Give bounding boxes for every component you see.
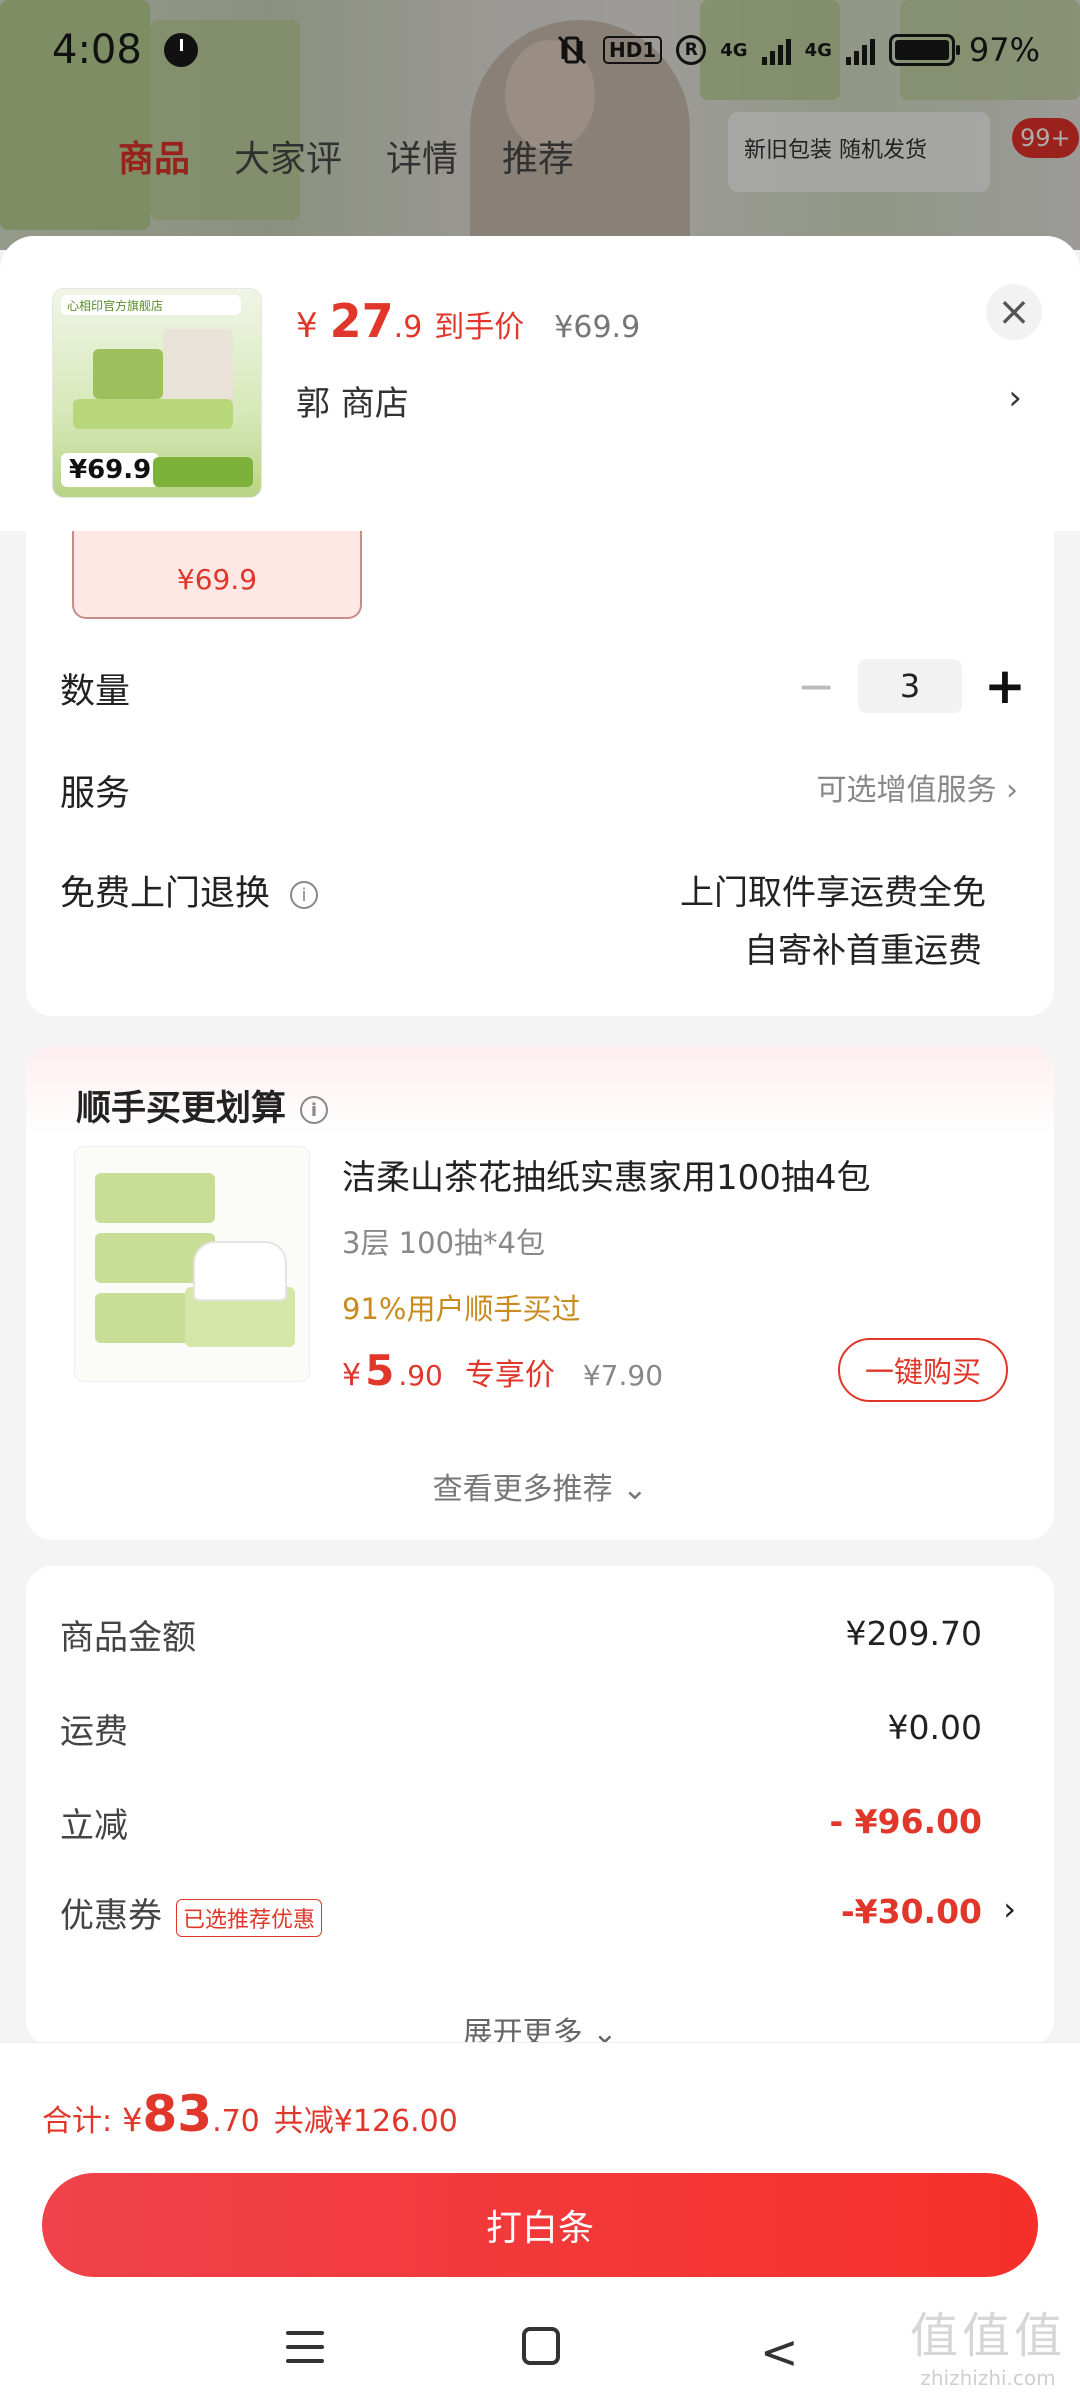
recommend-buy-hint: 91%用户顺手买过 bbox=[342, 1292, 581, 1326]
total-integer: 83 bbox=[142, 2085, 213, 2143]
tissue-box bbox=[95, 1173, 215, 1223]
instant-discount-label: 立减 bbox=[60, 1806, 128, 1846]
price-integer: 27 bbox=[329, 294, 394, 348]
thumb-person bbox=[163, 329, 233, 409]
quantity-decrease-button[interactable]: − bbox=[796, 659, 836, 713]
menu-icon[interactable] bbox=[286, 2331, 324, 2365]
recommend-price: ¥ 5 .90 专享价 ¥7.90 bbox=[342, 1346, 663, 1395]
more-recommend-link[interactable]: 查看更多推荐 ⌄ bbox=[26, 1464, 1054, 1508]
sku-option-selected[interactable]: ¥69.9 bbox=[72, 531, 362, 619]
roaming-icon: R bbox=[676, 35, 707, 65]
hd-voice-icon: HD1 bbox=[602, 36, 663, 64]
shipping-label: 运费 bbox=[60, 1712, 128, 1752]
mute-vibrate-icon bbox=[557, 35, 587, 65]
tissue-sheet bbox=[195, 1243, 285, 1299]
signal-icon bbox=[761, 35, 791, 65]
quantity-stepper: − 3 + bbox=[796, 657, 1026, 715]
checkout-bar: 合计: ¥ 83 .70 共减¥126.00 打白条 < 值值值 zhizhiz… bbox=[0, 2042, 1080, 2400]
watermark-logo: 值值值 bbox=[909, 2308, 1066, 2364]
recommend-title: 顺手买更划算 i bbox=[76, 1080, 329, 1131]
total-currency: ¥ bbox=[122, 2101, 143, 2139]
return-pickup-text: 上门取件享运费全免 bbox=[680, 873, 986, 913]
recommend-product-spec: 3层 100抽*4包 bbox=[342, 1226, 545, 1260]
return-self-ship-text: 自寄补首重运费 bbox=[744, 931, 982, 971]
chevron-right-icon[interactable]: › bbox=[1008, 378, 1022, 418]
shipping-value: ¥0.00 bbox=[887, 1708, 982, 1747]
original-price: ¥69.9 bbox=[554, 310, 641, 345]
goods-amount-label: 商品金额 bbox=[60, 1618, 196, 1658]
one-click-buy-button[interactable]: 一键购买 bbox=[838, 1338, 1008, 1402]
price-decimal: .90 bbox=[398, 1359, 443, 1392]
instant-discount-value: - ¥96.00 bbox=[829, 1802, 982, 1841]
original-price: ¥7.90 bbox=[582, 1359, 664, 1392]
price-decimal: .9 bbox=[393, 310, 423, 345]
network-type-2: 4G bbox=[804, 39, 832, 61]
free-return-row: 免费上门退换 i bbox=[60, 865, 319, 916]
thumb-store-label: 心相印官方旗舰店 bbox=[61, 295, 241, 315]
thumb-price: ¥69.9 bbox=[61, 453, 160, 487]
status-bar: 4:08 HD1 R 4G 4G 97% bbox=[0, 0, 1080, 100]
close-button[interactable]: × bbox=[986, 284, 1042, 340]
coupon-row[interactable]: 优惠券 已选推荐优惠 bbox=[60, 1888, 323, 1937]
sheet-header: 心相印官方旗舰店 ¥69.9 ¥ 27 .9 到手价 ¥69.9 郭 商店 › … bbox=[0, 236, 1080, 531]
total-saved: 共减¥126.00 bbox=[273, 2104, 458, 2139]
free-return-label: 免费上门退换 bbox=[60, 874, 271, 914]
coupon-badge: 已选推荐优惠 bbox=[176, 1898, 323, 1937]
back-icon[interactable]: < bbox=[760, 2325, 799, 2379]
watermark-url: zhizhizhi.com bbox=[920, 2366, 1056, 2390]
battery-icon bbox=[888, 34, 960, 66]
product-thumbnail[interactable]: 心相印官方旗舰店 ¥69.9 bbox=[52, 288, 262, 498]
service-label: 服务 bbox=[60, 774, 131, 814]
total-amount: 合计: ¥ 83 .70 共减¥126.00 bbox=[42, 2085, 458, 2143]
service-select[interactable]: 可选增值服务 › bbox=[816, 765, 1018, 809]
battery-percent: 97% bbox=[968, 31, 1040, 69]
price-tag: 专享价 bbox=[464, 1358, 555, 1393]
recommend-product-image[interactable] bbox=[74, 1146, 310, 1382]
final-price: ¥ 27 .9 到手价 ¥69.9 bbox=[296, 294, 640, 348]
thumb-banner bbox=[153, 457, 253, 487]
price-tag: 到手价 bbox=[434, 310, 525, 345]
status-time: 4:08 bbox=[52, 27, 142, 73]
price-currency: ¥ bbox=[342, 1358, 362, 1393]
recommend-product-name[interactable]: 洁柔山茶花抽纸实惠家用100抽4包 bbox=[342, 1150, 871, 1199]
quantity-increase-button[interactable]: + bbox=[984, 657, 1026, 715]
info-icon[interactable]: i bbox=[300, 1096, 329, 1124]
options-card: ¥69.9 数量 − 3 + 服务 可选增值服务 › 免费上门退换 i 上门取件享… bbox=[26, 531, 1054, 1016]
price-currency: ¥ bbox=[296, 306, 318, 346]
site-watermark: 值值值 zhizhizhi.com bbox=[910, 2296, 1066, 2390]
recommend-title-text: 顺手买更划算 bbox=[76, 1089, 287, 1129]
clock-icon bbox=[163, 33, 198, 67]
price-summary-card: 商品金额 ¥209.70 运费 ¥0.00 立减 - ¥96.00 优惠券 已选推… bbox=[26, 1566, 1054, 2051]
quantity-input[interactable]: 3 bbox=[858, 659, 962, 713]
thumb-pack bbox=[73, 399, 233, 429]
quantity-label: 数量 bbox=[60, 672, 131, 712]
shop-name[interactable]: 郭 商店 bbox=[296, 376, 409, 425]
home-icon[interactable] bbox=[522, 2327, 560, 2365]
coupon-value[interactable]: -¥30.00 bbox=[841, 1892, 982, 1931]
total-label: 合计: bbox=[42, 2104, 113, 2139]
thumb-pack bbox=[93, 349, 163, 399]
pay-with-baitiao-button[interactable]: 打白条 bbox=[42, 2173, 1038, 2277]
recommend-card: 顺手买更划算 i 洁柔山茶花抽纸实惠家用100抽4包 3层 100抽*4包 91%… bbox=[26, 1046, 1054, 1540]
coupon-label: 优惠券 bbox=[60, 1896, 162, 1936]
chevron-right-icon[interactable]: › bbox=[1003, 1890, 1016, 1928]
purchase-sheet: 心相印官方旗舰店 ¥69.9 ¥ 27 .9 到手价 ¥69.9 郭 商店 › … bbox=[0, 236, 1080, 2400]
info-icon[interactable]: i bbox=[290, 881, 319, 909]
goods-amount-value: ¥209.70 bbox=[845, 1614, 982, 1653]
price-integer: 5 bbox=[365, 1346, 395, 1395]
signal-icon bbox=[845, 35, 875, 65]
total-decimal: .70 bbox=[212, 2104, 260, 2139]
network-type-1: 4G bbox=[720, 39, 748, 61]
